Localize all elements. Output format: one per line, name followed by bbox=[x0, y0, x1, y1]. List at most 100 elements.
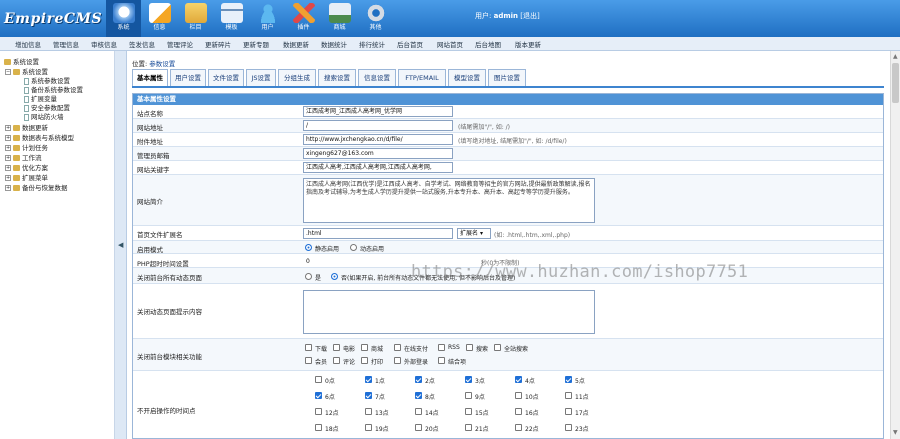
expand-icon[interactable]: + bbox=[5, 135, 11, 141]
hour-checkbox[interactable] bbox=[515, 376, 522, 383]
tree-item-security[interactable]: 安全参数配置 bbox=[24, 104, 70, 112]
hour-checkbox[interactable] bbox=[515, 408, 522, 415]
module-movie-checkbox[interactable] bbox=[333, 344, 340, 351]
hour-checkbox[interactable] bbox=[315, 376, 322, 383]
tab-file[interactable]: 文件设置 bbox=[208, 69, 244, 86]
nav-template[interactable]: 模板 bbox=[214, 0, 249, 37]
vertical-scrollbar[interactable]: ▲ ▼ bbox=[890, 51, 900, 439]
module-shop-checkbox[interactable] bbox=[361, 344, 368, 351]
scroll-up-icon[interactable]: ▲ bbox=[893, 53, 898, 60]
hour-checkbox[interactable] bbox=[565, 392, 572, 399]
tab-js[interactable]: JS设置 bbox=[246, 69, 276, 86]
module-pay-checkbox[interactable] bbox=[394, 344, 401, 351]
quick-audit-info[interactable]: 审核信息 bbox=[91, 39, 117, 49]
tree-item-backup-params[interactable]: 备份系统参数设置 bbox=[24, 86, 83, 94]
hour-checkbox[interactable] bbox=[565, 408, 572, 415]
tree-section-ext-menu[interactable]: + 扩展菜单 bbox=[5, 174, 48, 182]
tree-section-data-update[interactable]: + 数据更新 bbox=[5, 124, 48, 132]
module-extlogin-checkbox[interactable] bbox=[394, 357, 401, 364]
hour-checkbox[interactable] bbox=[365, 376, 372, 383]
quick-manage-comment[interactable]: 管理评论 bbox=[167, 39, 193, 49]
hour-checkbox[interactable] bbox=[565, 424, 572, 431]
module-print-checkbox[interactable] bbox=[361, 357, 368, 364]
nav-other[interactable]: 其他 bbox=[358, 0, 393, 37]
nav-user[interactable]: 用户 bbox=[250, 0, 285, 37]
quick-site-home[interactable]: 网站首页 bbox=[437, 39, 463, 49]
tree-section-models[interactable]: + 数据表与系统模型 bbox=[5, 134, 74, 142]
tab-model[interactable]: 模型设置 bbox=[448, 69, 486, 86]
hour-checkbox[interactable] bbox=[515, 392, 522, 399]
scroll-down-icon[interactable]: ▼ bbox=[893, 429, 898, 436]
nav-info[interactable]: 信息 bbox=[142, 0, 177, 37]
expand-icon[interactable]: + bbox=[5, 155, 11, 161]
collapse-arrow-icon[interactable]: ◀ bbox=[118, 241, 123, 249]
quick-update-topic[interactable]: 更新专题 bbox=[243, 39, 269, 49]
hour-checkbox[interactable] bbox=[365, 424, 372, 431]
nav-system[interactable]: 系统 bbox=[106, 0, 141, 37]
module-search-checkbox[interactable] bbox=[466, 344, 473, 351]
close-dynamic-no-radio[interactable] bbox=[331, 273, 338, 280]
quick-data-stats[interactable]: 数据统计 bbox=[321, 39, 347, 49]
hour-checkbox[interactable] bbox=[315, 408, 322, 415]
site-name-input[interactable]: 江西成考网_江西成人高考网_优学网 bbox=[303, 106, 453, 117]
expand-icon[interactable]: + bbox=[5, 125, 11, 131]
hour-checkbox[interactable] bbox=[415, 376, 422, 383]
module-rss-checkbox[interactable] bbox=[438, 344, 445, 351]
quick-version-update[interactable]: 版本更新 bbox=[515, 39, 541, 49]
hour-checkbox[interactable] bbox=[365, 408, 372, 415]
tree-section-cron[interactable]: + 计划任务 bbox=[5, 144, 48, 152]
hour-checkbox[interactable] bbox=[415, 392, 422, 399]
description-textarea[interactable]: 江西成人高考网(江西优学)是江西成人高考、自学考试、网络教育等招生的官方网站,提… bbox=[303, 178, 595, 223]
quick-data-update[interactable]: 数据更新 bbox=[283, 39, 309, 49]
tab-image[interactable]: 图片设置 bbox=[488, 69, 526, 86]
expand-icon[interactable]: + bbox=[5, 145, 11, 151]
hour-checkbox[interactable] bbox=[365, 392, 372, 399]
hour-checkbox[interactable] bbox=[465, 392, 472, 399]
attach-url-input[interactable]: http://www.jxchengkao.cn/d/file/ bbox=[303, 134, 453, 145]
hour-checkbox[interactable] bbox=[465, 424, 472, 431]
tree-section-backup[interactable]: + 备份与恢复数据 bbox=[5, 184, 68, 192]
nav-plugin[interactable]: 插件 bbox=[286, 0, 321, 37]
scroll-thumb[interactable] bbox=[892, 63, 899, 103]
admin-email-input[interactable]: xingeng627@163.com bbox=[303, 148, 453, 159]
tree-section-workflow[interactable]: + 工作流 bbox=[5, 154, 42, 162]
tree-item-firewall[interactable]: 网站防火墙 bbox=[24, 113, 64, 121]
quick-update-fragment[interactable]: 更新碎片 bbox=[205, 39, 231, 49]
module-download-checkbox[interactable] bbox=[305, 344, 312, 351]
quick-admin-home[interactable]: 后台首页 bbox=[397, 39, 423, 49]
tab-group[interactable]: 分组生成 bbox=[278, 69, 316, 86]
keywords-input[interactable]: 江西成人高考,江西成人高考网,江西成人高考网, bbox=[303, 162, 453, 173]
tree-section-optimize[interactable]: + 优化方案 bbox=[5, 164, 48, 172]
file-ext-select[interactable]: 扩展名 ▾ bbox=[457, 228, 491, 239]
hour-checkbox[interactable] bbox=[465, 376, 472, 383]
expand-icon[interactable]: + bbox=[5, 175, 11, 181]
tab-search[interactable]: 搜索设置 bbox=[318, 69, 356, 86]
expand-icon[interactable]: + bbox=[5, 185, 11, 191]
tree-item-params[interactable]: 系统参数设置 bbox=[24, 77, 70, 85]
tree-item-ext-vars[interactable]: 扩展变量 bbox=[24, 95, 57, 103]
site-url-input[interactable]: / bbox=[303, 120, 453, 131]
close-dynamic-yes-radio[interactable] bbox=[305, 273, 312, 280]
expand-icon[interactable]: + bbox=[5, 165, 11, 171]
quick-rank-stats[interactable]: 排行统计 bbox=[359, 39, 385, 49]
close-message-textarea[interactable] bbox=[303, 290, 595, 334]
open-mode-dynamic-radio[interactable] bbox=[350, 244, 357, 251]
module-member-checkbox[interactable] bbox=[305, 357, 312, 364]
tree-root[interactable]: 系统设置 bbox=[4, 58, 39, 66]
breadcrumb-link[interactable]: 参数设置 bbox=[149, 60, 175, 68]
nav-shop[interactable]: 商城 bbox=[322, 0, 357, 37]
quick-manage-info[interactable]: 管理信息 bbox=[53, 39, 79, 49]
hour-checkbox[interactable] bbox=[315, 424, 322, 431]
tab-info[interactable]: 信息设置 bbox=[358, 69, 396, 86]
file-ext-input[interactable]: .html bbox=[303, 228, 453, 239]
nav-column[interactable]: 栏目 bbox=[178, 0, 213, 37]
php-time-input[interactable]: 0 bbox=[303, 256, 363, 267]
tree-item-system-settings[interactable]: − 系统设置 bbox=[5, 68, 48, 76]
module-combine-checkbox[interactable] bbox=[438, 357, 445, 364]
collapse-icon[interactable]: − bbox=[5, 69, 11, 75]
module-comment-checkbox[interactable] bbox=[333, 357, 340, 364]
hour-checkbox[interactable] bbox=[515, 424, 522, 431]
quick-add-info[interactable]: 增加信息 bbox=[15, 39, 41, 49]
hour-checkbox[interactable] bbox=[465, 408, 472, 415]
quick-sign-info[interactable]: 签发信息 bbox=[129, 39, 155, 49]
